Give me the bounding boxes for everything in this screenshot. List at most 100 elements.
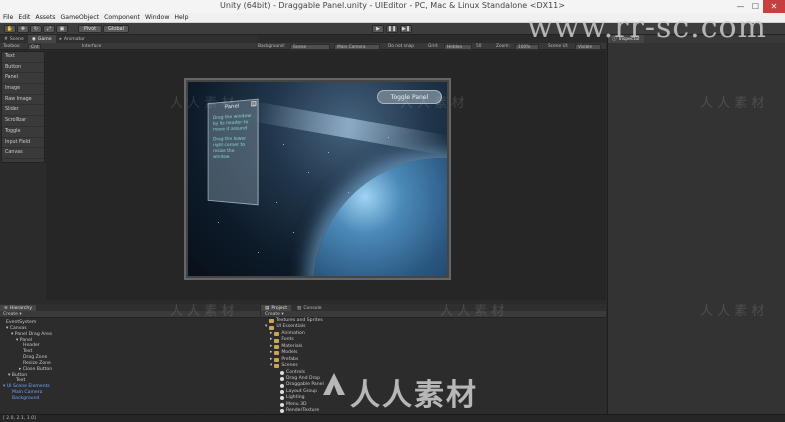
- pause-button[interactable]: ❚❚: [386, 25, 398, 33]
- play-button[interactable]: ▶: [372, 25, 384, 33]
- toolbox-item-slider[interactable]: Slider: [2, 105, 44, 117]
- pivot-toggle[interactable]: Pivot: [78, 25, 102, 33]
- menu-help[interactable]: Help: [174, 14, 188, 21]
- star: [258, 252, 259, 253]
- tab-animator-label: Animator: [63, 36, 86, 42]
- folder-icon: [274, 344, 280, 349]
- tab-animator[interactable]: ▸ Animator: [56, 35, 89, 43]
- inspector-panel: [607, 43, 785, 422]
- grid-size[interactable]: 50: [476, 43, 481, 50]
- background-label: Background:: [258, 44, 286, 49]
- watermark-site: www.rr-sc.com: [527, 10, 767, 45]
- unity-scene-icon: [280, 396, 284, 401]
- folder-icon: [269, 319, 274, 324]
- star: [348, 192, 349, 193]
- interface-label: Interface: [82, 44, 102, 49]
- unity-scene-icon: [280, 370, 284, 375]
- toggle-panel-button[interactable]: Toggle Panel: [377, 90, 442, 104]
- star: [276, 202, 277, 203]
- expand-arrow-icon: ▾: [270, 363, 273, 369]
- folder-icon: [269, 325, 275, 330]
- planet-image: [313, 158, 447, 276]
- panel-text-move: Drag the window by its header to move it…: [213, 113, 252, 133]
- menu-file[interactable]: File: [3, 14, 13, 21]
- zoom-label: Zoom:: [496, 44, 510, 49]
- hierarchy-create-button[interactable]: Create ▾: [0, 311, 260, 318]
- watermark-brand: 人人素材: [350, 378, 478, 413]
- expand-arrow-icon: ▾: [265, 324, 268, 330]
- pivot-label: Pivot: [83, 26, 97, 32]
- hand-tool-icon[interactable]: ✋: [4, 25, 16, 33]
- panel-close-button[interactable]: x: [251, 100, 257, 107]
- toolbox-item-canvas[interactable]: Canvas: [2, 148, 44, 159]
- nebula-flare: [247, 100, 447, 156]
- draggable-panel[interactable]: Panel x Drag the window by its header to…: [207, 98, 259, 206]
- toolbox-item-input-field[interactable]: Input Field: [2, 138, 44, 149]
- animator-icon: ▸: [59, 36, 62, 42]
- rect-tool-icon[interactable]: ▣: [56, 25, 68, 33]
- unity-scene-icon: [280, 390, 284, 395]
- scale-tool-icon[interactable]: ⤢: [43, 25, 55, 33]
- star: [218, 222, 219, 223]
- tab-scene[interactable]: # Scene: [0, 35, 28, 43]
- star: [293, 232, 294, 233]
- hierarchy-panel: EventSystem ▾ Canvas ▾ Panel Drag Area ▾…: [0, 318, 260, 414]
- rotate-tool-icon[interactable]: ↻: [30, 25, 42, 33]
- status-text: [ 2.0, 2.1, 1.0]: [3, 416, 36, 421]
- star: [283, 144, 284, 145]
- toolbox-select[interactable]: Cnt: [28, 43, 42, 50]
- unity-scene-icon: [280, 409, 284, 414]
- background-select[interactable]: Scene: [290, 43, 330, 50]
- step-button[interactable]: ▶❚: [400, 25, 412, 33]
- unity-scene-icon: [280, 377, 284, 382]
- folder-icon: [274, 364, 280, 369]
- space-background-image: Panel x Drag the window by its header to…: [188, 82, 447, 276]
- menu-gameobject[interactable]: GameObject: [60, 14, 99, 21]
- game-options-bar: Toolbox: Cnt Interface Background: Scene…: [0, 43, 606, 50]
- project-create-button[interactable]: Create ▾: [261, 311, 606, 318]
- scene-icon: #: [4, 36, 8, 42]
- camera-select[interactable]: Main Camera: [334, 43, 380, 50]
- folder-icon: [274, 351, 280, 356]
- unity-scene-icon: [280, 402, 284, 407]
- tab-game[interactable]: ◉ Game: [27, 35, 56, 43]
- menu-window[interactable]: Window: [145, 14, 169, 21]
- toolbox-item-panel[interactable]: Panel: [2, 73, 44, 85]
- window-title: Unity (64bit) - Draggable Panel.unity - …: [220, 1, 565, 10]
- grid-label: Grid:: [428, 44, 439, 49]
- panel-text-resize: Drag the lower right corner to resize th…: [213, 136, 247, 160]
- grid-select[interactable]: Hidden: [444, 43, 472, 50]
- hierarchy-item[interactable]: Background: [0, 396, 260, 402]
- project-tab-bar: ▤ Project ▥ Console: [261, 304, 606, 312]
- toolbox-label: Toolbox:: [3, 44, 21, 49]
- game-frame: Panel x Drag the window by its header to…: [184, 78, 451, 280]
- tab-game-label: Game: [37, 36, 52, 42]
- ui-toolbox: Text Button Panel Image Raw Image Slider…: [1, 51, 45, 163]
- global-label: Global: [108, 26, 124, 32]
- menu-component[interactable]: Component: [104, 14, 140, 21]
- watermark-logo-icon: [323, 373, 345, 395]
- star: [308, 172, 309, 173]
- toolbox-item-image[interactable]: Image: [2, 84, 44, 95]
- view-tabs: # Scene ◉ Game ▸ Animator: [0, 35, 258, 43]
- toolbox-item-scrollbar[interactable]: Scrollbar: [2, 116, 44, 127]
- unity-scene-icon: [280, 383, 284, 388]
- tab-scene-label: Scene: [9, 36, 24, 42]
- snap-toggle[interactable]: Do not snap: [388, 43, 414, 50]
- toolbox-item-button[interactable]: Button: [2, 63, 44, 74]
- hierarchy-tab-bar: ≡ Hierarchy: [0, 304, 260, 312]
- toolbox-item-raw-image[interactable]: Raw Image: [2, 95, 44, 106]
- menu-assets[interactable]: Assets: [35, 14, 55, 21]
- star: [328, 152, 329, 153]
- status-bar: [ 2.0, 2.1, 1.0]: [0, 414, 785, 422]
- toolbox-item-text[interactable]: Text: [2, 52, 44, 63]
- folder-icon: [274, 357, 280, 362]
- star: [388, 137, 389, 138]
- toolbox-item-toggle[interactable]: Toggle: [2, 127, 44, 138]
- folder-icon: [274, 332, 280, 337]
- game-icon: ◉: [31, 36, 36, 42]
- folder-icon: [274, 338, 280, 343]
- move-tool-icon[interactable]: ✥: [17, 25, 29, 33]
- global-toggle[interactable]: Global: [103, 25, 129, 33]
- menu-edit[interactable]: Edit: [18, 14, 30, 21]
